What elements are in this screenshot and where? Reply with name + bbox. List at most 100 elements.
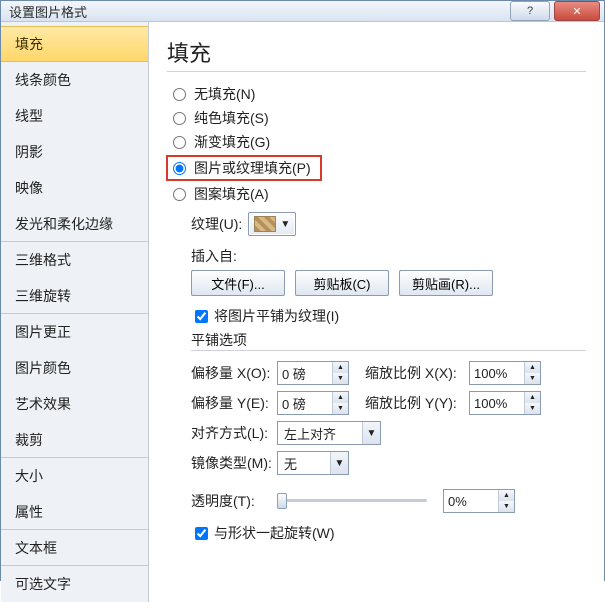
sidebar-item-size[interactable]: 大小: [1, 458, 148, 494]
fill-picture-row-wrap: 图片或纹理填充(P): [167, 154, 586, 182]
transparency-input[interactable]: 0% ▲▼: [443, 489, 515, 513]
mirror-label: 镜像类型(M):: [191, 453, 277, 473]
transparency-slider[interactable]: [277, 491, 427, 511]
fill-solid-radio[interactable]: [173, 112, 186, 125]
slider-thumb[interactable]: [277, 493, 287, 509]
down-arrow-icon[interactable]: ▼: [499, 501, 514, 512]
sidebar-item-crop[interactable]: 裁剪: [1, 422, 148, 458]
up-arrow-icon[interactable]: ▲: [525, 392, 540, 403]
sidebar-item-artistic-effect[interactable]: 艺术效果: [1, 386, 148, 422]
sidebar-item-glow[interactable]: 发光和柔化边缘: [1, 206, 148, 242]
down-arrow-icon[interactable]: ▼: [525, 373, 540, 384]
sidebar-item-shadow[interactable]: 阴影: [1, 134, 148, 170]
chevron-down-icon: ▼: [280, 219, 290, 230]
texture-label: 纹理(U):: [191, 214, 242, 234]
up-arrow-icon[interactable]: ▲: [525, 362, 540, 373]
offset-y-value: 0 磅: [278, 394, 332, 413]
section-title: 填充: [167, 36, 586, 68]
titlebar-buttons: ? ✕: [510, 1, 604, 21]
sidebar-item-3d-format[interactable]: 三维格式: [1, 242, 148, 278]
tiling-title: 平铺选项: [191, 330, 586, 350]
sidebar-item-picture-correction[interactable]: 图片更正: [1, 314, 148, 350]
fill-picture-label: 图片或纹理填充(P): [194, 158, 311, 178]
fill-solid-label: 纯色填充(S): [194, 108, 269, 128]
fill-pattern-radio[interactable]: [173, 188, 186, 201]
up-arrow-icon[interactable]: ▲: [333, 392, 348, 403]
fill-picture-row[interactable]: 图片或纹理填充(P): [167, 156, 321, 180]
insert-clipboard-button[interactable]: 剪贴板(C): [295, 270, 389, 296]
fill-gradient-row[interactable]: 渐变填充(G): [167, 130, 586, 154]
chevron-down-icon: ▼: [330, 452, 348, 474]
scale-x-label: 缩放比例 X(X):: [365, 363, 469, 383]
texture-picker[interactable]: ▼: [248, 212, 296, 236]
insert-from-label: 插入自:: [167, 246, 586, 266]
scale-x-input[interactable]: 100% ▲▼: [469, 361, 541, 385]
offset-y-label: 偏移量 Y(E):: [191, 393, 277, 413]
sidebar-item-3d-rotation[interactable]: 三维旋转: [1, 278, 148, 314]
mirror-row: 镜像类型(M): 无 ▼: [191, 451, 586, 475]
transparency-value: 0%: [444, 494, 498, 509]
insert-clipart-button[interactable]: 剪贴画(R)...: [399, 270, 493, 296]
tile-checkbox-row[interactable]: 将图片平铺为纹理(I): [167, 306, 586, 326]
insert-buttons: 文件(F)... 剪贴板(C) 剪贴画(R)...: [167, 270, 586, 296]
dialog-body: 填充 线条颜色 线型 阴影 映像 发光和柔化边缘 三维格式 三维旋转 图片更正 …: [1, 22, 604, 602]
align-select[interactable]: 左上对齐 ▼: [277, 421, 381, 445]
rotate-checkbox-label: 与形状一起旋转(W): [214, 523, 335, 543]
down-arrow-icon[interactable]: ▼: [333, 403, 348, 414]
fill-none-row[interactable]: 无填充(N): [167, 82, 586, 106]
insert-file-button[interactable]: 文件(F)...: [191, 270, 285, 296]
align-value: 左上对齐: [278, 424, 362, 443]
divider: [167, 71, 586, 72]
rotate-checkbox[interactable]: [195, 527, 208, 540]
scale-y-value: 100%: [470, 396, 524, 411]
chevron-down-icon: ▼: [362, 422, 380, 444]
sidebar-item-properties[interactable]: 属性: [1, 494, 148, 530]
sidebar-item-line-color[interactable]: 线条颜色: [1, 62, 148, 98]
transparency-row: 透明度(T): 0% ▲▼: [167, 489, 586, 513]
up-arrow-icon[interactable]: ▲: [333, 362, 348, 373]
fill-gradient-radio[interactable]: [173, 136, 186, 149]
help-button[interactable]: ?: [510, 1, 550, 21]
fill-none-radio[interactable]: [173, 88, 186, 101]
mirror-select[interactable]: 无 ▼: [277, 451, 349, 475]
offset-x-value: 0 磅: [278, 364, 332, 383]
texture-swatch-icon: [254, 216, 276, 232]
sidebar: 填充 线条颜色 线型 阴影 映像 发光和柔化边缘 三维格式 三维旋转 图片更正 …: [1, 22, 149, 602]
offset-x-input[interactable]: 0 磅 ▲▼: [277, 361, 349, 385]
scale-y-label: 缩放比例 Y(Y):: [365, 393, 469, 413]
sidebar-item-fill[interactable]: 填充: [1, 26, 148, 62]
scale-y-input[interactable]: 100% ▲▼: [469, 391, 541, 415]
align-label: 对齐方式(L):: [191, 423, 277, 443]
offset-y-row: 偏移量 Y(E): 0 磅 ▲▼ 缩放比例 Y(Y): 100% ▲▼: [191, 391, 586, 415]
slider-track: [277, 499, 427, 502]
down-arrow-icon[interactable]: ▼: [525, 403, 540, 414]
sidebar-item-alt-text[interactable]: 可选文字: [1, 566, 148, 602]
close-button[interactable]: ✕: [554, 1, 600, 21]
sidebar-item-picture-color[interactable]: 图片颜色: [1, 350, 148, 386]
fill-pattern-label: 图案填充(A): [194, 184, 269, 204]
divider: [191, 350, 586, 351]
offset-x-label: 偏移量 X(O):: [191, 363, 277, 383]
fill-picture-radio[interactable]: [173, 162, 186, 175]
sidebar-item-reflection[interactable]: 映像: [1, 170, 148, 206]
format-picture-dialog: 设置图片格式 ? ✕ 填充 线条颜色 线型 阴影 映像 发光和柔化边缘 三维格式…: [0, 0, 605, 581]
tile-checkbox-label: 将图片平铺为纹理(I): [214, 306, 339, 326]
fill-none-label: 无填充(N): [194, 84, 255, 104]
down-arrow-icon[interactable]: ▼: [333, 373, 348, 384]
scale-x-value: 100%: [470, 366, 524, 381]
transparency-label: 透明度(T):: [191, 491, 277, 511]
sidebar-item-textbox[interactable]: 文本框: [1, 530, 148, 566]
fill-solid-row[interactable]: 纯色填充(S): [167, 106, 586, 130]
offset-x-row: 偏移量 X(O): 0 磅 ▲▼ 缩放比例 X(X): 100% ▲▼: [191, 361, 586, 385]
tile-checkbox[interactable]: [195, 310, 208, 323]
texture-row: 纹理(U): ▼: [167, 212, 586, 236]
window-title: 设置图片格式: [9, 2, 87, 21]
offset-y-input[interactable]: 0 磅 ▲▼: [277, 391, 349, 415]
fill-pattern-row[interactable]: 图案填充(A): [167, 182, 586, 206]
mirror-value: 无: [278, 454, 330, 473]
titlebar: 设置图片格式 ? ✕: [1, 1, 604, 22]
up-arrow-icon[interactable]: ▲: [499, 490, 514, 501]
sidebar-item-line-style[interactable]: 线型: [1, 98, 148, 134]
rotate-checkbox-row[interactable]: 与形状一起旋转(W): [167, 523, 586, 543]
align-row: 对齐方式(L): 左上对齐 ▼: [191, 421, 586, 445]
